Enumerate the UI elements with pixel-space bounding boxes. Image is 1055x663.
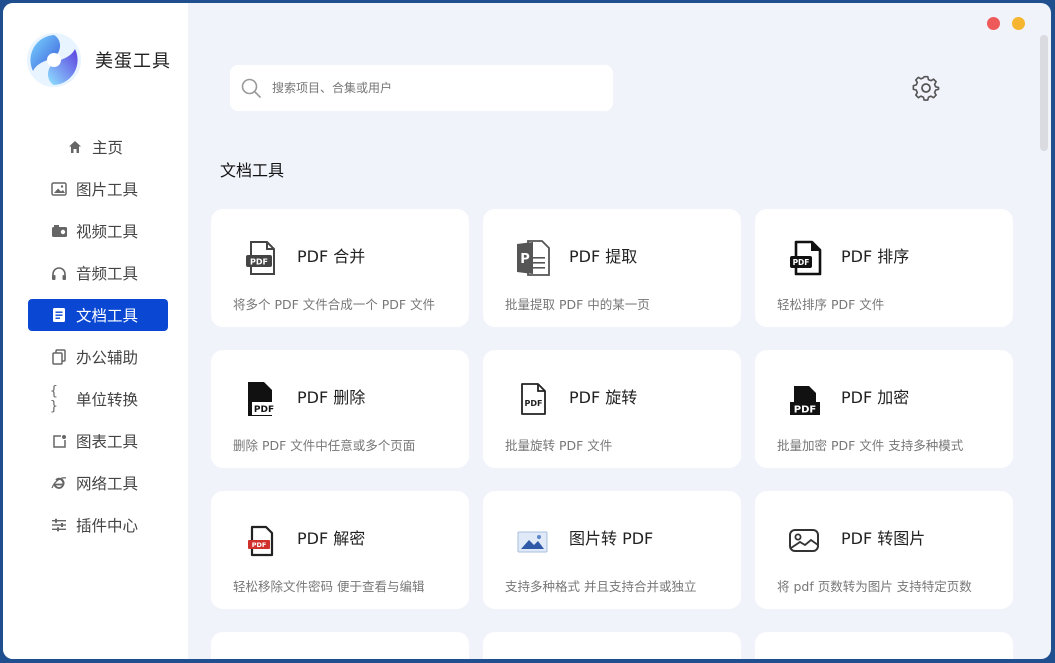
app-name: 美蛋工具 (95, 51, 171, 72)
app-logo-icon (27, 33, 81, 87)
tool-card-partial[interactable] (211, 632, 469, 659)
svg-text:PDF: PDF (794, 405, 816, 416)
card-title: PDF 删除 (297, 388, 366, 407)
card-description: 删除 PDF 文件中任意或多个页面 (233, 438, 416, 453)
headphones-icon (50, 264, 68, 282)
pdf-decrypt-icon: PDF (248, 525, 274, 557)
card-title: PDF 旋转 (569, 388, 638, 407)
card-description: 将 pdf 页数转为图片 支持特定页数 (777, 579, 972, 594)
pdf-sort-icon: PDF (790, 240, 822, 276)
sidebar-item-home[interactable]: 主页 (28, 131, 168, 163)
sidebar-item-label: 插件中心 (76, 517, 139, 535)
window-controls (987, 17, 1025, 30)
tool-card-pdf-extract[interactable]: P PDF 提取 批量提取 PDF 中的某一页 (483, 209, 741, 327)
braces-icon: { } (50, 384, 58, 414)
pdf-delete-icon: PDF (248, 382, 276, 416)
tool-card-pdf-delete[interactable]: PDF PDF 删除 删除 PDF 文件中任意或多个页面 (211, 350, 469, 468)
tool-card-partial[interactable] (755, 632, 1013, 659)
tool-card-grid: PDF PDF 合并 将多个 PDF 文件合成一个 PDF 文件 P PDF 提… (211, 209, 1021, 659)
card-title: PDF 转图片 (841, 529, 926, 548)
home-icon (66, 138, 84, 156)
tool-card-pdf-merge[interactable]: PDF PDF 合并 将多个 PDF 文件合成一个 PDF 文件 (211, 209, 469, 327)
card-description: 轻松排序 PDF 文件 (777, 297, 885, 312)
sidebar-item-unit-conversion[interactable]: { } 单位转换 (28, 383, 168, 415)
card-title: PDF 解密 (297, 529, 366, 548)
video-icon (50, 222, 68, 240)
sidebar-item-video-tools[interactable]: 视频工具 (28, 215, 168, 247)
main-content: 文档工具 PDF PDF 合并 将多个 PDF 文件合成一个 PDF 文件 (188, 3, 1051, 659)
sidebar-item-label: 网络工具 (76, 475, 139, 493)
tool-card-pdf-rotate[interactable]: PDF PDF 旋转 批量旋转 PDF 文件 (483, 350, 741, 468)
sidebar-item-audio-tools[interactable]: 音频工具 (28, 257, 168, 289)
card-title: PDF 提取 (569, 247, 638, 266)
sidebar-item-plugin-center[interactable]: 插件中心 (28, 509, 168, 541)
card-description: 支持多种格式 并且支持合并或独立 (505, 579, 697, 594)
sidebar-item-label: 图表工具 (76, 433, 139, 451)
tool-card-image-to-pdf[interactable]: 图片转 PDF 支持多种格式 并且支持合并或独立 (483, 491, 741, 609)
card-title: PDF 排序 (841, 247, 910, 266)
card-description: 批量旋转 PDF 文件 (505, 438, 613, 453)
image-icon (50, 180, 68, 198)
document-icon (50, 306, 68, 324)
settings-gear-icon[interactable] (912, 74, 940, 102)
card-description: 将多个 PDF 文件合成一个 PDF 文件 (233, 297, 436, 312)
app-window: 美蛋工具 主页 图片工具 视频工具 音频工具 文档工具 办公辅助 {} 单位转… (3, 3, 1051, 659)
card-title: PDF 加密 (841, 388, 910, 407)
scrollbar-thumb[interactable] (1040, 35, 1048, 151)
close-window-button[interactable] (987, 17, 1000, 30)
sidebar-item-label: 图片工具 (76, 181, 139, 199)
image-to-pdf-icon (517, 531, 548, 553)
tool-card-pdf-to-image[interactable]: PDF 转图片 将 pdf 页数转为图片 支持特定页数 (755, 491, 1013, 609)
sidebar-item-document-tools[interactable]: 文档工具 (28, 299, 168, 331)
sidebar-item-label: 文档工具 (76, 307, 139, 325)
pdf-merge-icon: PDF (246, 241, 275, 275)
section-title: 文档工具 (220, 161, 285, 180)
svg-text:PDF: PDF (250, 258, 268, 267)
search-input[interactable] (270, 80, 594, 96)
sidebar-item-label: 办公辅助 (76, 349, 139, 367)
card-description: 批量提取 PDF 中的某一页 (505, 297, 650, 312)
svg-text:P: P (520, 252, 530, 267)
sidebar-item-chart-tools[interactable]: 图表工具 (28, 425, 168, 457)
sidebar-item-image-tools[interactable]: 图片工具 (28, 173, 168, 205)
card-description: 轻松移除文件密码 便于查看与编辑 (233, 579, 425, 594)
browser-icon (50, 474, 68, 492)
sidebar-item-label: 视频工具 (76, 223, 139, 241)
svg-text:PDF: PDF (793, 258, 810, 267)
card-description: 批量加密 PDF 文件 支持多种模式 (777, 438, 964, 453)
tool-card-pdf-encrypt[interactable]: PDF PDF 加密 批量加密 PDF 文件 支持多种模式 (755, 350, 1013, 468)
chart-icon (50, 432, 68, 450)
sidebar-item-label: 主页 (92, 139, 124, 157)
pdf-to-image-icon (789, 529, 819, 552)
card-title: PDF 合并 (297, 247, 366, 266)
sidebar-item-office-assist[interactable]: 办公辅助 (28, 341, 168, 373)
svg-text:PDF: PDF (254, 405, 274, 415)
brand: 美蛋工具 (25, 31, 171, 89)
pdf-extract-icon: P (517, 240, 550, 276)
minimize-window-button[interactable] (1012, 17, 1025, 30)
pdf-rotate-icon: PDF (521, 383, 546, 415)
search-box[interactable] (230, 65, 613, 111)
svg-text:PDF: PDF (525, 399, 543, 408)
sidebar-item-network-tools[interactable]: 网络工具 (28, 467, 168, 499)
sliders-icon (50, 516, 68, 534)
sidebar-item-label: 单位转换 (76, 391, 139, 409)
svg-text:PDF: PDF (252, 541, 267, 549)
copy-icon (50, 348, 68, 366)
tool-card-pdf-sort[interactable]: PDF PDF 排序 轻松排序 PDF 文件 (755, 209, 1013, 327)
sidebar-item-label: 音频工具 (76, 265, 139, 283)
pdf-encrypt-icon: PDF (790, 386, 820, 416)
tool-card-pdf-decrypt[interactable]: PDF PDF 解密 轻松移除文件密码 便于查看与编辑 (211, 491, 469, 609)
card-title: 图片转 PDF (569, 529, 654, 548)
sidebar: 美蛋工具 主页 图片工具 视频工具 音频工具 文档工具 办公辅助 {} 单位转… (3, 3, 188, 659)
tool-card-partial[interactable] (483, 632, 741, 659)
sidebar-nav: 主页 图片工具 视频工具 音频工具 文档工具 办公辅助 {} 单位转换 图表工… (28, 131, 168, 551)
search-icon (241, 78, 261, 98)
